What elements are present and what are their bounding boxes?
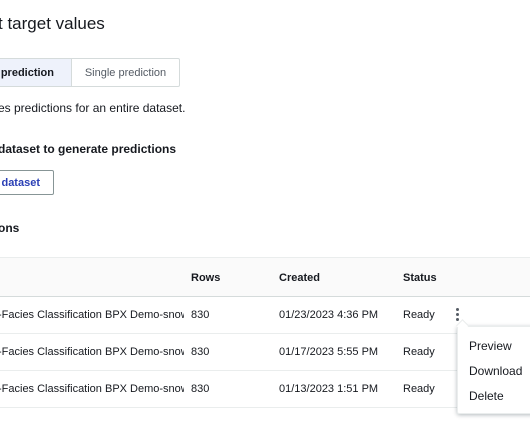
menu-item-delete[interactable]: Delete xyxy=(469,389,504,403)
row-count: 830 xyxy=(191,346,210,358)
row-count: 830 xyxy=(191,383,210,395)
created-date: 01/23/2023 4:36 PM xyxy=(279,309,379,321)
row-actions-menu: Preview Download Delete xyxy=(457,326,530,414)
table-row: -Facies Classification BPX Demo-snowflak… xyxy=(0,334,530,371)
table-row: -Facies Classification BPX Demo-snowflak… xyxy=(0,371,530,408)
prediction-mode-toggle: n prediction Single prediction xyxy=(0,58,180,87)
predictions-section-title: ons xyxy=(0,221,20,235)
menu-item-download[interactable]: Download xyxy=(469,364,522,378)
status-text: Ready xyxy=(403,309,435,321)
column-header-status[interactable]: Status xyxy=(403,272,437,284)
status-text: Ready xyxy=(403,383,435,395)
menu-item-preview[interactable]: Preview xyxy=(469,339,512,353)
row-count: 830 xyxy=(191,309,210,321)
column-header-created[interactable]: Created xyxy=(279,272,320,284)
tab-batch-prediction[interactable]: n prediction xyxy=(0,59,72,86)
select-dataset-button[interactable]: t dataset xyxy=(0,170,54,195)
dataset-name: -Facies Classification BPX Demo-snowflak… xyxy=(0,309,184,321)
column-header-rows[interactable]: Rows xyxy=(191,272,220,284)
dataset-name: -Facies Classification BPX Demo-snowflak… xyxy=(0,346,184,358)
dataset-name: -Facies Classification BPX Demo-snowflak… xyxy=(0,383,184,395)
created-date: 01/17/2023 5:55 PM xyxy=(279,346,379,358)
table-header: Rows Created Status xyxy=(0,257,530,297)
created-date: 01/13/2023 1:51 PM xyxy=(279,383,379,395)
page-title: t target values xyxy=(0,14,105,33)
mode-description: es predictions for an entire dataset. xyxy=(0,101,186,115)
select-dataset-label: dataset to generate predictions xyxy=(0,142,177,156)
tab-single-prediction[interactable]: Single prediction xyxy=(72,59,179,86)
status-text: Ready xyxy=(403,346,435,358)
table-row: -Facies Classification BPX Demo-snowflak… xyxy=(0,297,530,334)
